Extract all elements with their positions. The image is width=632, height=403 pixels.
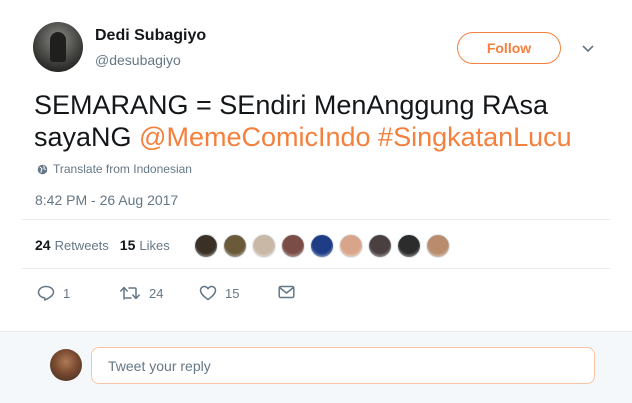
divider bbox=[22, 268, 610, 269]
liker-avatar[interactable] bbox=[310, 234, 334, 258]
reply-button[interactable]: 1 bbox=[37, 285, 70, 301]
translate-link[interactable]: Translate from Indonesian bbox=[37, 162, 192, 176]
retweet-count: 24 bbox=[149, 285, 164, 301]
tweet-text-line2: sayaNG @MemeComicIndo #SingkatanLucu bbox=[34, 121, 572, 153]
mention-link[interactable]: @MemeComicIndo bbox=[139, 122, 370, 152]
retweets-stat[interactable]: 24 Retweets bbox=[35, 237, 109, 253]
liker-avatar[interactable] bbox=[426, 234, 450, 258]
like-button[interactable]: 15 bbox=[199, 285, 239, 301]
liker-avatars bbox=[194, 234, 455, 258]
tweet-stats: 24 Retweets 15 Likes bbox=[35, 237, 181, 253]
retweets-label: Retweets bbox=[54, 237, 109, 253]
liker-avatar[interactable] bbox=[368, 234, 392, 258]
likes-label: Likes bbox=[139, 237, 170, 253]
direct-message-button[interactable] bbox=[278, 285, 303, 299]
globe-icon bbox=[37, 164, 48, 174]
reply-icon bbox=[37, 285, 55, 301]
user-avatar bbox=[50, 349, 82, 381]
liker-avatar[interactable] bbox=[339, 234, 363, 258]
tweet-text-prefix: sayaNG bbox=[34, 122, 140, 152]
liker-avatar[interactable] bbox=[223, 234, 247, 258]
chevron-down-icon[interactable] bbox=[580, 43, 596, 55]
liker-avatar[interactable] bbox=[252, 234, 276, 258]
retweet-icon bbox=[120, 286, 140, 300]
author-name[interactable]: Dedi Subagiyo bbox=[95, 27, 206, 45]
likes-stat[interactable]: 15 Likes bbox=[120, 237, 170, 253]
liker-avatar[interactable] bbox=[281, 234, 305, 258]
heart-icon bbox=[199, 285, 217, 301]
follow-button[interactable]: Follow bbox=[457, 32, 561, 64]
tweet-text-line1: SEMARANG = SEndiri MenAnggung RAsa bbox=[34, 90, 548, 120]
reply-count: 1 bbox=[63, 285, 71, 301]
envelope-icon bbox=[278, 285, 295, 299]
author-handle[interactable]: @desubagiyo bbox=[95, 52, 181, 68]
reply-input[interactable] bbox=[91, 347, 595, 384]
like-count: 15 bbox=[225, 285, 240, 301]
liker-avatar[interactable] bbox=[397, 234, 421, 258]
tweet-timestamp[interactable]: 8:42 PM - 26 Aug 2017 bbox=[35, 192, 178, 208]
liker-avatar[interactable] bbox=[194, 234, 218, 258]
retweet-button[interactable]: 24 bbox=[119, 285, 163, 301]
hashtag-link[interactable]: #SingkatanLucu bbox=[378, 122, 572, 152]
likes-count: 15 bbox=[119, 237, 136, 253]
translate-label: Translate from Indonesian bbox=[53, 162, 192, 176]
author-avatar[interactable] bbox=[33, 22, 83, 72]
retweets-count: 24 bbox=[35, 237, 51, 253]
divider bbox=[22, 219, 610, 220]
